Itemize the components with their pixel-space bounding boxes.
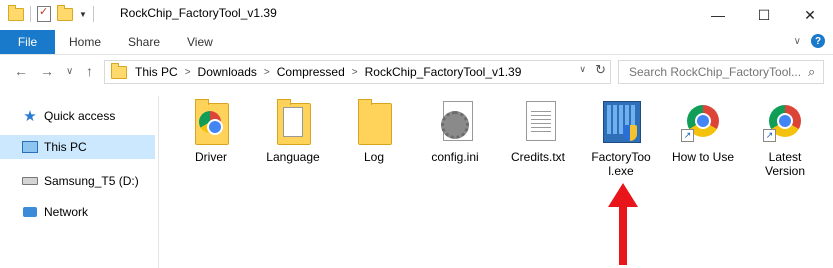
new-folder-icon[interactable] — [57, 4, 73, 21]
forward-button[interactable]: → — [40, 63, 54, 79]
address-dropdown[interactable]: ∨ — [579, 64, 586, 75]
folder-icon — [187, 97, 235, 149]
file-item-how-to-use[interactable]: ↗ How to Use — [661, 92, 745, 164]
folder-icon — [269, 97, 317, 149]
file-item-latest-version[interactable]: ↗ Latest Version — [743, 92, 827, 178]
breadcrumb-separator[interactable]: > — [264, 67, 270, 78]
file-item-config-ini[interactable]: config.ini — [413, 92, 497, 164]
file-name: How to Use — [671, 150, 735, 164]
search-icon: ⌕ — [808, 64, 816, 79]
sidebar-item-label: Samsung_T5 (D:) — [44, 174, 139, 188]
refresh-button[interactable]: ↻ — [595, 62, 606, 78]
chrome-icon: ↗ — [761, 97, 809, 149]
ribbon-controls: ∨ ? — [794, 34, 825, 48]
search-box: ⌕ — [618, 60, 824, 84]
breadcrumb-separator[interactable]: > — [185, 67, 191, 78]
sidebar-item-label: Network — [44, 205, 89, 219]
title-bar: ▼ RockChip_FactoryTool_v1.39 — ☐ ✕ — [0, 0, 833, 30]
breadcrumb: This PC > Downloads > Compressed > RockC… — [135, 65, 521, 79]
customize-toolbar-dropdown[interactable]: ▼ — [79, 10, 87, 19]
ribbon-tabs: File Home Share View ∨ ? — [0, 30, 833, 55]
folder-icon — [111, 62, 127, 79]
file-name: FactoryToo l.exe — [591, 150, 651, 178]
file-name: Log — [363, 150, 385, 164]
breadcrumb-separator[interactable]: > — [352, 67, 358, 78]
file-item-factorytool-exe[interactable]: FactoryToo l.exe — [579, 92, 663, 178]
address-bar[interactable]: This PC > Downloads > Compressed > RockC… — [104, 60, 611, 84]
search-input[interactable] — [627, 64, 806, 80]
navigation-pane: ★ Quick access This PC Samsung_T5 (D:) N… — [0, 96, 159, 268]
sidebar-item-quick-access[interactable]: ★ Quick access — [0, 104, 155, 128]
red-arrow-head — [608, 183, 638, 207]
file-list: Driver Language Log config.ini Credits.t… — [165, 92, 833, 268]
divider — [92, 6, 94, 22]
help-icon[interactable]: ? — [811, 34, 825, 48]
breadcrumb-item[interactable]: This PC — [135, 65, 178, 79]
properties-icon[interactable] — [37, 5, 51, 22]
file-name: config.ini — [431, 150, 479, 164]
folder-icon — [8, 4, 24, 21]
red-arrow-shaft — [619, 205, 627, 265]
window-title: RockChip_FactoryTool_v1.39 — [120, 6, 277, 20]
tab-share[interactable]: Share — [128, 30, 160, 54]
file-name: Credits.txt — [510, 150, 565, 164]
sidebar-item-this-pc[interactable]: This PC — [0, 135, 155, 159]
minimize-button[interactable]: — — [695, 0, 741, 30]
recent-locations-dropdown[interactable]: ∨ — [66, 66, 73, 77]
shortcut-arrow-icon: ↗ — [681, 129, 694, 142]
tab-file[interactable]: File — [0, 30, 55, 54]
drive-icon — [22, 174, 38, 188]
file-item-driver[interactable]: Driver — [169, 92, 253, 164]
folder-icon — [350, 97, 398, 149]
navigation-bar: ← → ∨ ↑ This PC > Downloads > Compressed… — [0, 55, 833, 87]
computer-icon — [22, 140, 38, 154]
file-item-log[interactable]: Log — [332, 92, 416, 164]
sidebar-item-label: Quick access — [44, 109, 116, 123]
file-name: Latest Version — [764, 150, 806, 178]
settings-file-icon — [431, 97, 479, 149]
file-name: Driver — [195, 150, 227, 164]
sidebar-item-samsung-t5[interactable]: Samsung_T5 (D:) — [0, 169, 155, 193]
quick-access-toolbar: ▼ — [8, 4, 94, 22]
breadcrumb-item[interactable]: Compressed — [277, 65, 345, 79]
expand-ribbon-icon[interactable]: ∨ — [794, 36, 801, 47]
shortcut-arrow-icon: ↗ — [763, 129, 776, 142]
uac-shield-icon — [623, 125, 637, 141]
file-item-credits-txt[interactable]: Credits.txt — [496, 92, 580, 164]
tab-view[interactable]: View — [187, 30, 213, 54]
file-item-language[interactable]: Language — [251, 92, 335, 164]
text-file-icon — [514, 97, 562, 149]
network-icon — [22, 205, 38, 219]
chrome-icon: ↗ — [679, 97, 727, 149]
divider — [30, 6, 31, 22]
tab-home[interactable]: Home — [69, 30, 101, 54]
breadcrumb-item[interactable]: Downloads — [198, 65, 257, 79]
up-button[interactable]: ↑ — [86, 63, 93, 79]
sidebar-item-network[interactable]: Network — [0, 200, 155, 224]
sidebar-item-label: This PC — [44, 140, 87, 154]
file-name: Language — [266, 150, 320, 164]
application-icon — [597, 97, 645, 149]
star-icon: ★ — [23, 108, 37, 125]
back-button[interactable]: ← — [14, 63, 28, 79]
breadcrumb-item[interactable]: RockChip_FactoryTool_v1.39 — [365, 65, 522, 79]
close-button[interactable]: ✕ — [787, 0, 833, 30]
maximize-button[interactable]: ☐ — [741, 0, 787, 30]
